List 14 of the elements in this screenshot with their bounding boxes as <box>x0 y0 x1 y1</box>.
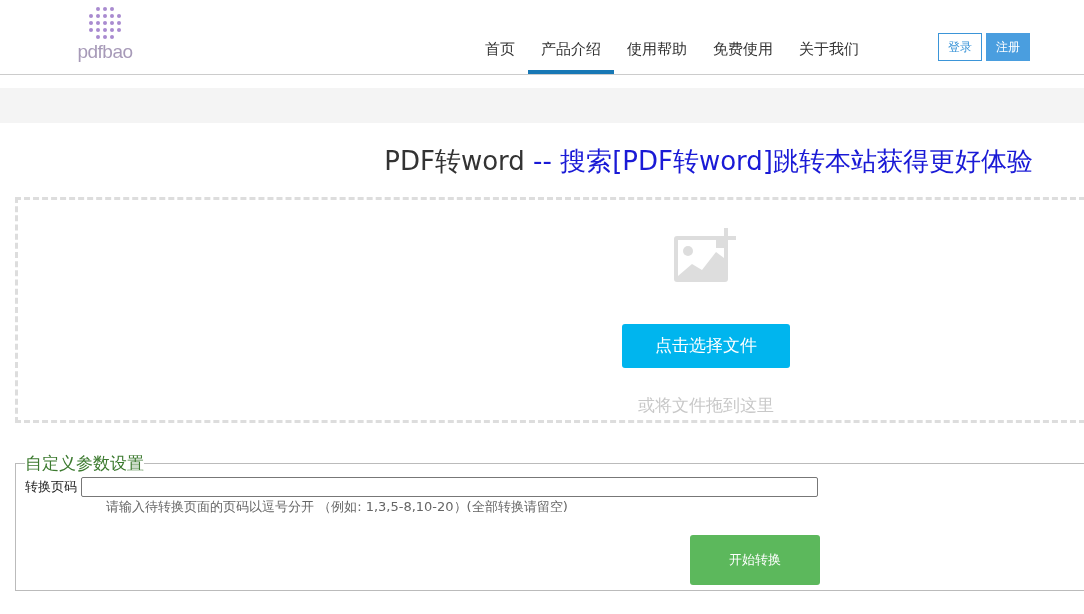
logo-text: pdfbao <box>77 42 133 61</box>
nav-link[interactable]: 使用帮助 <box>614 36 700 74</box>
nav-link[interactable]: 产品介绍 <box>528 36 614 74</box>
page-range-input[interactable] <box>81 477 818 497</box>
help-text: 请输入待转换页面的页码以逗号分开 （例如: 1,3,5-8,10-20）(全部转换请留空) <box>106 498 569 516</box>
logo-icon <box>86 4 124 42</box>
nav-link[interactable]: 首页 <box>472 36 528 74</box>
add-image-icon <box>674 228 738 284</box>
nav-link[interactable]: 免费使用 <box>700 36 786 74</box>
settings-legend: 自定义参数设置 <box>25 453 144 473</box>
field-label: 转换页码 <box>25 478 77 497</box>
search-link[interactable]: -- 搜索[PDF转word]跳转本站获得更好体验 <box>533 146 1033 176</box>
nav-link[interactable]: 关于我们 <box>786 36 872 74</box>
page-title: PDF转word <box>384 146 525 176</box>
